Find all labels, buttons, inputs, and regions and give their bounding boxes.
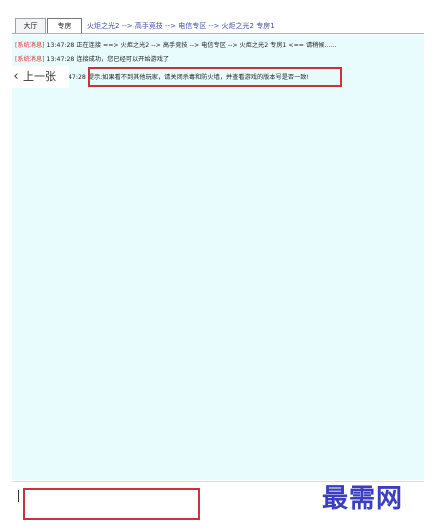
- chat-message: [系统消息] 13:47:28 正在连接 ==> 火炬之光2 --> 高手竞技 …: [15, 40, 336, 52]
- tab-hall[interactable]: 大厅: [15, 18, 46, 34]
- message-time: 13:47:28: [46, 42, 75, 49]
- message-time: 47:28: [68, 74, 86, 81]
- watermark-logo: 最需网: [322, 484, 404, 514]
- message-text: 连接成功，您已经可以开始游戏了: [76, 56, 170, 63]
- chevron-left-icon: ‹: [13, 69, 19, 84]
- previous-image-button[interactable]: ‹ 上一张: [9, 66, 69, 88]
- chat-message: [系统消息] 13:47:28 连接成功，您已经可以开始游戏了: [15, 54, 169, 66]
- message-time: 13:47:28: [46, 56, 75, 63]
- text-caret: [18, 490, 19, 502]
- room-breadcrumb: 火炬之光2 --> 高手竞技 --> 电信专区 --> 火炬之光2 专房1: [87, 22, 275, 30]
- chat-log[interactable]: [系统消息] 13:47:28 正在连接 ==> 火炬之光2 --> 高手竞技 …: [12, 35, 424, 480]
- tab-room[interactable]: 专房: [47, 18, 82, 34]
- message-source: [系统消息]: [15, 42, 45, 49]
- tab-divider: [12, 33, 424, 34]
- message-text: 正在连接 ==> 火炬之光2 --> 高手竞技 --> 电信专区 --> 火炬之…: [76, 42, 337, 49]
- chat-input-field[interactable]: [23, 488, 200, 520]
- highlight-box-hint: [88, 67, 342, 87]
- previous-image-label: 上一张: [23, 70, 56, 83]
- room-tab-bar: 大厅 专房 火炬之光2 --> 高手竞技 --> 电信专区 --> 火炬之光2 …: [0, 0, 436, 36]
- message-source: [系统消息]: [15, 56, 45, 63]
